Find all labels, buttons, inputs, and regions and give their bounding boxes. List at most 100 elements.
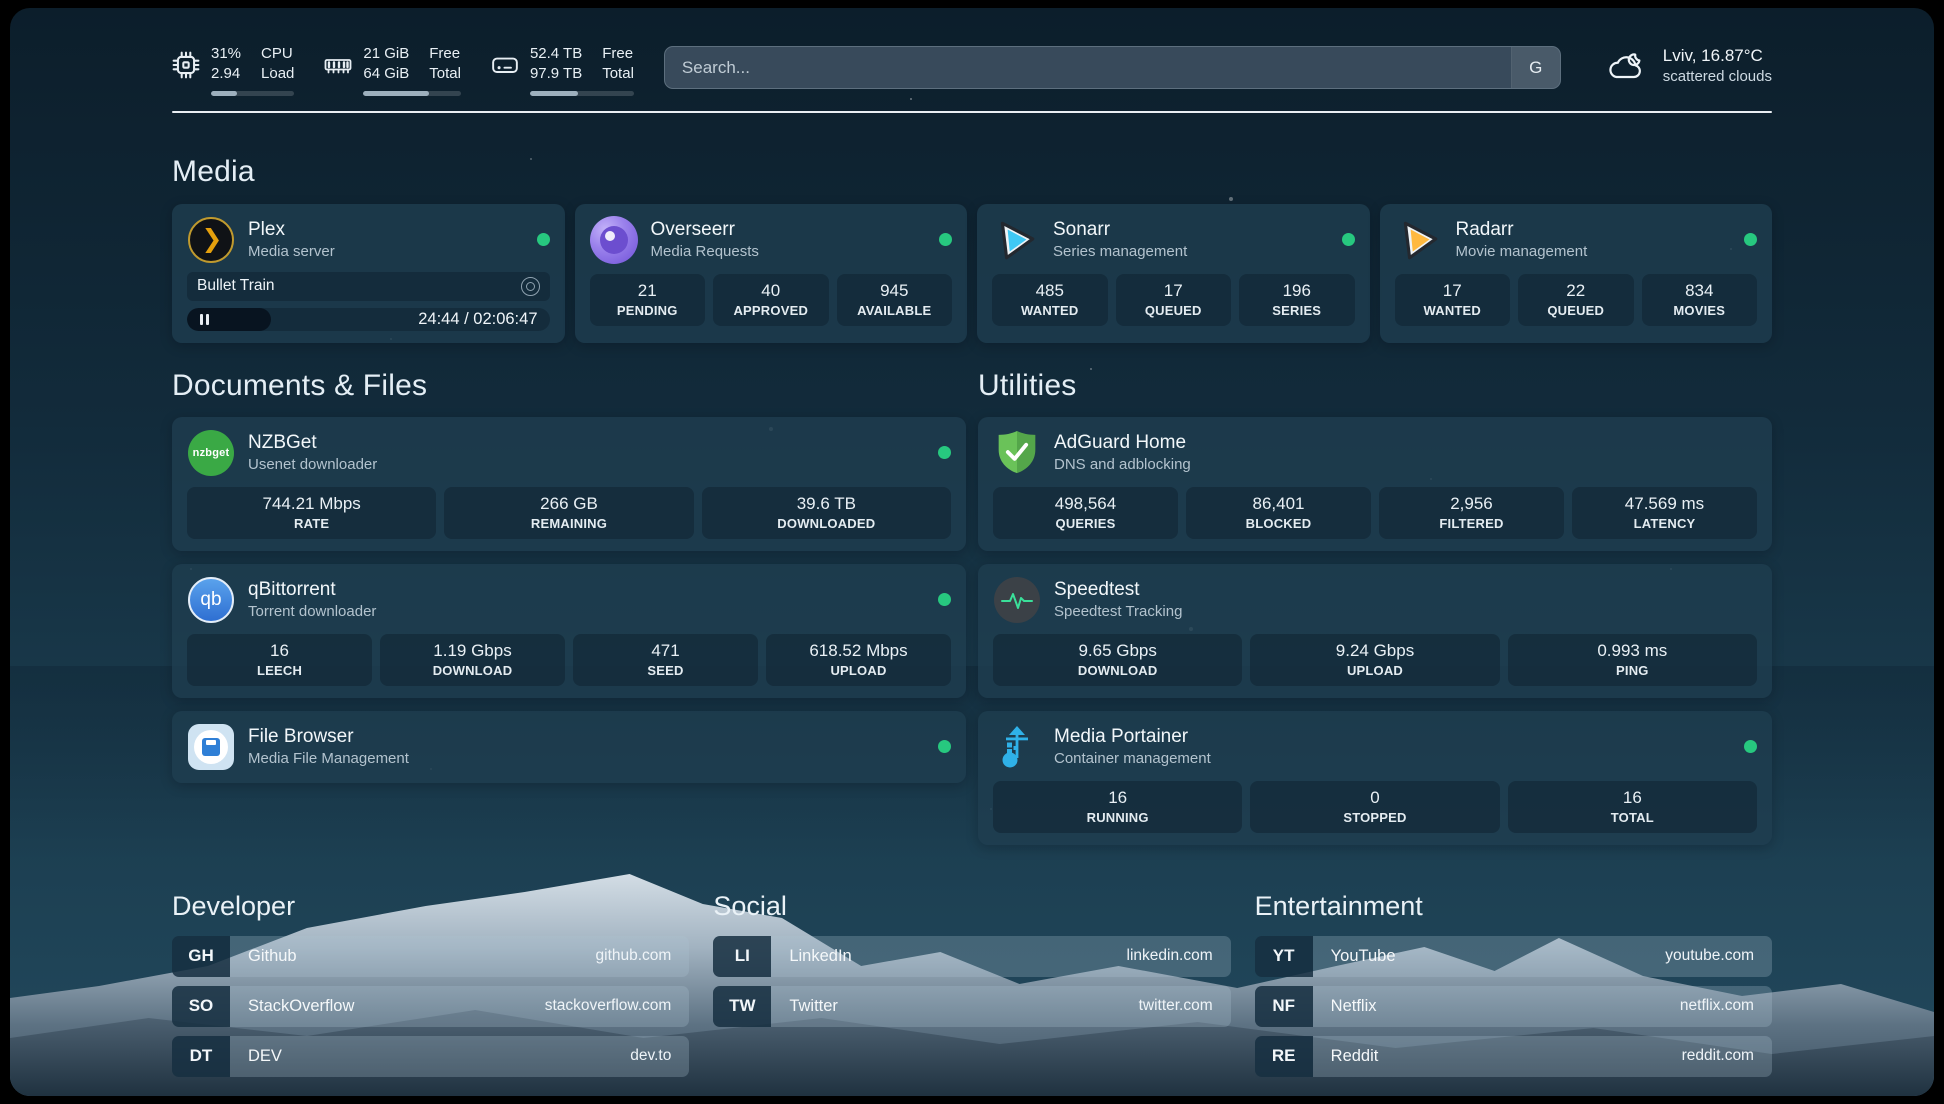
stat-rate: 744.21 MbpsRATE bbox=[187, 487, 436, 539]
stat-seed: 471SEED bbox=[573, 634, 758, 686]
stat-filtered: 2,956FILTERED bbox=[1379, 487, 1564, 539]
bookmark-name: Twitter bbox=[789, 997, 838, 1016]
ram-icon bbox=[324, 51, 352, 79]
sonarr-icon bbox=[992, 216, 1040, 264]
bookmark-abbr: GH bbox=[172, 936, 230, 977]
service-description: Media File Management bbox=[248, 750, 409, 767]
status-dot bbox=[1744, 740, 1757, 753]
bookmark-reddit[interactable]: RE Redditreddit.com bbox=[1255, 1036, 1772, 1077]
service-name: Media Portainer bbox=[1054, 726, 1211, 748]
weather-widget: Lviv, 16.87°C scattered clouds bbox=[1605, 46, 1772, 85]
disk-free-label: Free bbox=[602, 44, 634, 64]
service-card-radarr[interactable]: Radarr Movie management 17WANTED 22QUEUE… bbox=[1380, 204, 1773, 343]
status-dot bbox=[938, 446, 951, 459]
service-card-plex[interactable]: ❯ Plex Media server Bullet Train 24:44 / bbox=[172, 204, 565, 343]
bookmark-abbr: DT bbox=[172, 1036, 230, 1077]
bookmark-twitter[interactable]: TW Twittertwitter.com bbox=[713, 986, 1230, 1027]
service-card-sonarr[interactable]: Sonarr Series management 485WANTED 17QUE… bbox=[977, 204, 1370, 343]
bookmark-heading: Entertainment bbox=[1255, 891, 1772, 922]
service-card-adguard[interactable]: AdGuard Home DNS and adblocking 498,564Q… bbox=[978, 417, 1772, 551]
bookmark-netflix[interactable]: NF Netflixnetflix.com bbox=[1255, 986, 1772, 1027]
weather-location-temp: Lviv, 16.87°C bbox=[1663, 46, 1772, 66]
disk-free-value: 52.4 TB bbox=[530, 44, 582, 64]
disk-progress-track bbox=[530, 91, 634, 96]
service-name: Overseerr bbox=[651, 219, 759, 241]
bookmark-dev[interactable]: DT DEVdev.to bbox=[172, 1036, 689, 1077]
media-cards-row: ❯ Plex Media server Bullet Train 24:44 / bbox=[172, 204, 1772, 343]
bookmark-name: DEV bbox=[248, 1047, 282, 1066]
stat-download: 9.65 GbpsDOWNLOAD bbox=[993, 634, 1242, 686]
system-stats: 31%2.94 CPULoad 21 GiB64 GiB bbox=[172, 44, 634, 96]
bookmark-stackoverflow[interactable]: SO StackOverflowstackoverflow.com bbox=[172, 986, 689, 1027]
search-engine-button[interactable]: G bbox=[1511, 47, 1560, 88]
ram-free-label: Free bbox=[429, 44, 461, 64]
bookmark-group-entertainment: Entertainment YT YouTubeyoutube.com NF N… bbox=[1255, 891, 1772, 1077]
dashboard-screen: 31%2.94 CPULoad 21 GiB64 GiB bbox=[10, 8, 1934, 1096]
cpu-icon bbox=[172, 51, 200, 79]
service-description: Media server bbox=[248, 243, 335, 260]
status-dot bbox=[1744, 233, 1757, 246]
service-name: AdGuard Home bbox=[1054, 432, 1191, 454]
adguard-icon bbox=[993, 429, 1041, 477]
bookmark-url: twitter.com bbox=[1139, 997, 1213, 1015]
service-name: Plex bbox=[248, 219, 335, 241]
stat-movies: 834MOVIES bbox=[1642, 274, 1758, 326]
service-card-nzbget[interactable]: nzbget NZBGet Usenet downloader 744.21 M… bbox=[172, 417, 966, 551]
stat-available: 945AVAILABLE bbox=[837, 274, 953, 326]
stat-wanted: 485WANTED bbox=[992, 274, 1108, 326]
bookmark-github[interactable]: GH Githubgithub.com bbox=[172, 936, 689, 977]
service-card-portainer[interactable]: Media Portainer Container management 16R… bbox=[978, 711, 1772, 845]
stat-wanted: 17WANTED bbox=[1395, 274, 1511, 326]
stat-running: 16RUNNING bbox=[993, 781, 1242, 833]
service-card-speedtest[interactable]: Speedtest Speedtest Tracking 9.65 GbpsDO… bbox=[978, 564, 1772, 698]
bookmark-heading: Social bbox=[713, 891, 1230, 922]
stat-leech: 16LEECH bbox=[187, 634, 372, 686]
cpu-progress-track bbox=[211, 91, 294, 96]
weather-condition: scattered clouds bbox=[1663, 68, 1772, 85]
qbittorrent-icon: qb bbox=[187, 576, 235, 624]
cpu-value: 31% bbox=[211, 44, 241, 64]
bookmark-url: reddit.com bbox=[1682, 1047, 1754, 1065]
stat-series: 196SERIES bbox=[1239, 274, 1355, 326]
disk-icon bbox=[491, 51, 519, 79]
cpu-stat: 31%2.94 CPULoad bbox=[172, 44, 294, 96]
service-description: Container management bbox=[1054, 750, 1211, 767]
service-name: Speedtest bbox=[1054, 579, 1182, 601]
portainer-icon bbox=[993, 723, 1041, 771]
disk-total-label: Total bbox=[602, 64, 634, 84]
service-card-filebrowser[interactable]: File Browser Media File Management bbox=[172, 711, 966, 783]
video-session-icon bbox=[521, 277, 540, 296]
speedtest-icon bbox=[993, 576, 1041, 624]
stat-stopped: 0STOPPED bbox=[1250, 781, 1499, 833]
service-name: Sonarr bbox=[1053, 219, 1187, 241]
bookmark-youtube[interactable]: YT YouTubeyoutube.com bbox=[1255, 936, 1772, 977]
stat-latency: 47.569 msLATENCY bbox=[1572, 487, 1757, 539]
filebrowser-icon bbox=[187, 723, 235, 771]
bookmark-heading: Developer bbox=[172, 891, 689, 922]
bookmark-name: Reddit bbox=[1331, 1047, 1379, 1066]
cpu-load-value: 2.94 bbox=[211, 64, 241, 84]
cpu-load-label: Load bbox=[261, 64, 294, 84]
radarr-icon bbox=[1395, 216, 1443, 264]
bookmark-abbr: YT bbox=[1255, 936, 1313, 977]
playback-time: 24:44 / 02:06:47 bbox=[418, 310, 549, 329]
stat-remaining: 266 GBREMAINING bbox=[444, 487, 693, 539]
stat-approved: 40APPROVED bbox=[713, 274, 829, 326]
service-description: Speedtest Tracking bbox=[1054, 603, 1182, 620]
status-dot bbox=[537, 233, 550, 246]
section-heading-utilities: Utilities bbox=[978, 369, 1772, 403]
service-card-overseerr[interactable]: Overseerr Media Requests 21PENDING 40APP… bbox=[575, 204, 968, 343]
ram-total-value: 64 GiB bbox=[363, 64, 409, 84]
status-dot bbox=[938, 740, 951, 753]
search-input[interactable] bbox=[665, 47, 1511, 88]
bookmark-name: StackOverflow bbox=[248, 997, 354, 1016]
bookmark-linkedin[interactable]: LI LinkedInlinkedin.com bbox=[713, 936, 1230, 977]
ram-progress-track bbox=[363, 91, 461, 96]
service-card-qbittorrent[interactable]: qb qBittorrent Torrent downloader 16LEEC… bbox=[172, 564, 966, 698]
bookmark-name: LinkedIn bbox=[789, 947, 851, 966]
bookmark-url: stackoverflow.com bbox=[545, 997, 672, 1015]
playback-progress-bar: 24:44 / 02:06:47 bbox=[187, 308, 550, 331]
stat-queued: 22QUEUED bbox=[1518, 274, 1634, 326]
ram-free-value: 21 GiB bbox=[363, 44, 409, 64]
service-name: NZBGet bbox=[248, 432, 377, 454]
